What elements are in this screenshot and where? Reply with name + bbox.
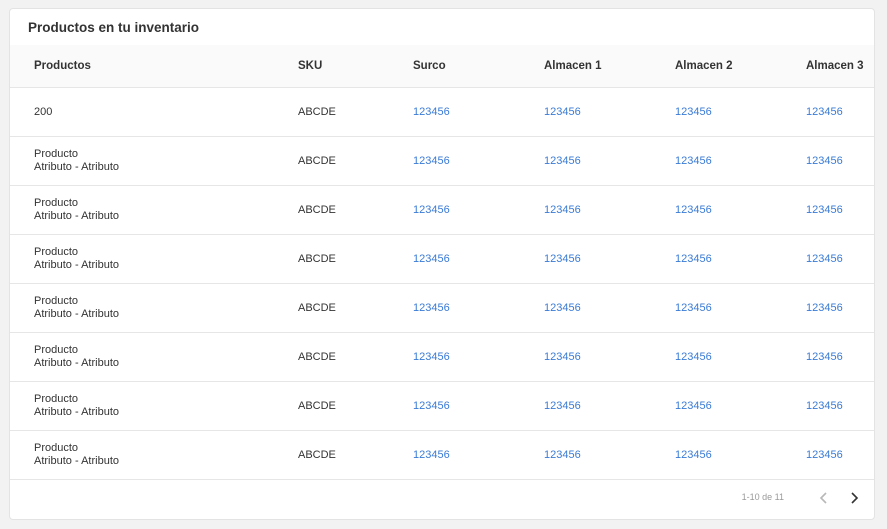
product-cell: Producto Atributo - Atributo xyxy=(34,381,298,431)
card-title: Productos en tu inventario xyxy=(28,20,200,35)
almacen-2-qty-link[interactable]: 123456 xyxy=(675,332,806,382)
inventory-table: Productos SKU Surco Almacen 1 Almacen 2 … xyxy=(10,45,874,480)
table-row: Producto Atributo - Atributo ABCDE 123456 12… xyxy=(10,332,874,382)
almacen-1-qty-link[interactable]: 123456 xyxy=(544,185,675,235)
row-spacer xyxy=(10,381,34,431)
row-spacer xyxy=(10,185,34,235)
sku-cell: ABCDE xyxy=(298,234,413,284)
product-cell: Producto Atributo - Atributo xyxy=(34,430,298,480)
row-spacer xyxy=(10,430,34,480)
surco-qty-link[interactable]: 123456 xyxy=(413,136,544,186)
table-row: Producto Atributo - Atributo ABCDE 123456 12… xyxy=(10,185,874,235)
product-attributes: Atributo - Atributo xyxy=(34,308,119,320)
product-attributes: Atributo - Atributo xyxy=(34,210,119,222)
pagination-range: 1-10 de 11 xyxy=(741,492,784,502)
product-name: Producto xyxy=(34,148,79,160)
inventory-card: Productos en tu inventario Productos SKU… xyxy=(9,8,875,520)
surco-qty-link[interactable]: 123456 xyxy=(413,234,544,284)
product-name: Producto xyxy=(34,344,79,356)
header-surco: Surco xyxy=(413,45,544,88)
almacen-3-qty-link[interactable]: 123456 xyxy=(806,185,874,235)
surco-qty-link[interactable]: 123456 xyxy=(413,430,544,480)
surco-qty-link[interactable]: 123456 xyxy=(413,332,544,382)
almacen-3-qty-link[interactable]: 123456 xyxy=(806,430,874,480)
product-cell: Producto Atributo - Atributo xyxy=(34,185,298,235)
table-row: Producto Atributo - Atributo ABCDE 123456 12… xyxy=(10,283,874,333)
almacen-1-qty-link[interactable]: 123456 xyxy=(544,136,675,186)
almacen-3-qty-link[interactable]: 123456 xyxy=(806,332,874,382)
product-name: 200 xyxy=(34,105,53,118)
sku-cell: ABCDE xyxy=(298,87,413,137)
product-attributes: Atributo - Atributo xyxy=(34,406,119,418)
product-name: Producto xyxy=(34,393,79,405)
almacen-2-qty-link[interactable]: 123456 xyxy=(675,87,806,137)
product-cell: 200 xyxy=(34,87,298,137)
almacen-3-qty-link[interactable]: 123456 xyxy=(806,234,874,284)
row-spacer xyxy=(10,283,34,333)
chevron-right-icon[interactable] xyxy=(846,490,862,506)
header-productos: Productos xyxy=(34,45,298,88)
almacen-2-qty-link[interactable]: 123456 xyxy=(675,234,806,284)
header-almacen-2: Almacen 2 xyxy=(675,45,806,88)
product-attributes: Atributo - Atributo xyxy=(34,455,119,467)
surco-qty-link[interactable]: 123456 xyxy=(413,283,544,333)
almacen-3-qty-link[interactable]: 123456 xyxy=(806,136,874,186)
almacen-2-qty-link[interactable]: 123456 xyxy=(675,185,806,235)
product-name: Producto xyxy=(34,442,79,454)
surco-qty-link[interactable]: 123456 xyxy=(413,381,544,431)
row-spacer xyxy=(10,136,34,186)
almacen-2-qty-link[interactable]: 123456 xyxy=(675,283,806,333)
row-spacer xyxy=(10,87,34,137)
almacen-1-qty-link[interactable]: 123456 xyxy=(544,87,675,137)
product-name: Producto xyxy=(34,246,79,258)
product-cell: Producto Atributo - Atributo xyxy=(34,136,298,186)
sku-cell: ABCDE xyxy=(298,136,413,186)
product-attributes: Atributo - Atributo xyxy=(34,259,119,271)
almacen-2-qty-link[interactable]: 123456 xyxy=(675,381,806,431)
surco-qty-link[interactable]: 123456 xyxy=(413,87,544,137)
almacen-1-qty-link[interactable]: 123456 xyxy=(544,234,675,284)
almacen-1-qty-link[interactable]: 123456 xyxy=(544,332,675,382)
almacen-1-qty-link[interactable]: 123456 xyxy=(544,381,675,431)
header-almacen-3: Almacen 3 xyxy=(806,45,874,88)
almacen-3-qty-link[interactable]: 123456 xyxy=(806,87,874,137)
table-header-row: Productos SKU Surco Almacen 1 Almacen 2 … xyxy=(10,45,874,88)
row-spacer xyxy=(10,234,34,284)
chevron-left-icon[interactable] xyxy=(816,490,832,506)
sku-cell: ABCDE xyxy=(298,283,413,333)
table-row: Producto Atributo - Atributo ABCDE 123456 12… xyxy=(10,136,874,186)
almacen-2-qty-link[interactable]: 123456 xyxy=(675,136,806,186)
almacen-3-qty-link[interactable]: 123456 xyxy=(806,381,874,431)
sku-cell: ABCDE xyxy=(298,430,413,480)
product-cell: Producto Atributo - Atributo xyxy=(34,234,298,284)
sku-cell: ABCDE xyxy=(298,332,413,382)
product-name: Producto xyxy=(34,295,79,307)
product-attributes: Atributo - Atributo xyxy=(34,161,119,173)
header-sku: SKU xyxy=(298,45,413,88)
sku-cell: ABCDE xyxy=(298,381,413,431)
table-row: Producto Atributo - Atributo ABCDE 123456 12… xyxy=(10,430,874,480)
almacen-1-qty-link[interactable]: 123456 xyxy=(544,283,675,333)
row-spacer xyxy=(10,332,34,382)
table-row: 200 ABCDE 123456 123456 123456 123456 xyxy=(10,87,874,137)
product-cell: Producto Atributo - Atributo xyxy=(34,283,298,333)
table-footer: 1-10 de 11 xyxy=(10,477,874,519)
almacen-3-qty-link[interactable]: 123456 xyxy=(806,283,874,333)
product-name: Producto xyxy=(34,197,79,209)
header-almacen-1: Almacen 1 xyxy=(544,45,675,88)
table-row: Producto Atributo - Atributo ABCDE 123456 12… xyxy=(10,381,874,431)
table-row: Producto Atributo - Atributo ABCDE 123456 12… xyxy=(10,234,874,284)
almacen-2-qty-link[interactable]: 123456 xyxy=(675,430,806,480)
header-spacer xyxy=(10,45,34,88)
almacen-1-qty-link[interactable]: 123456 xyxy=(544,430,675,480)
product-cell: Producto Atributo - Atributo xyxy=(34,332,298,382)
sku-cell: ABCDE xyxy=(298,185,413,235)
product-attributes: Atributo - Atributo xyxy=(34,357,119,369)
surco-qty-link[interactable]: 123456 xyxy=(413,185,544,235)
